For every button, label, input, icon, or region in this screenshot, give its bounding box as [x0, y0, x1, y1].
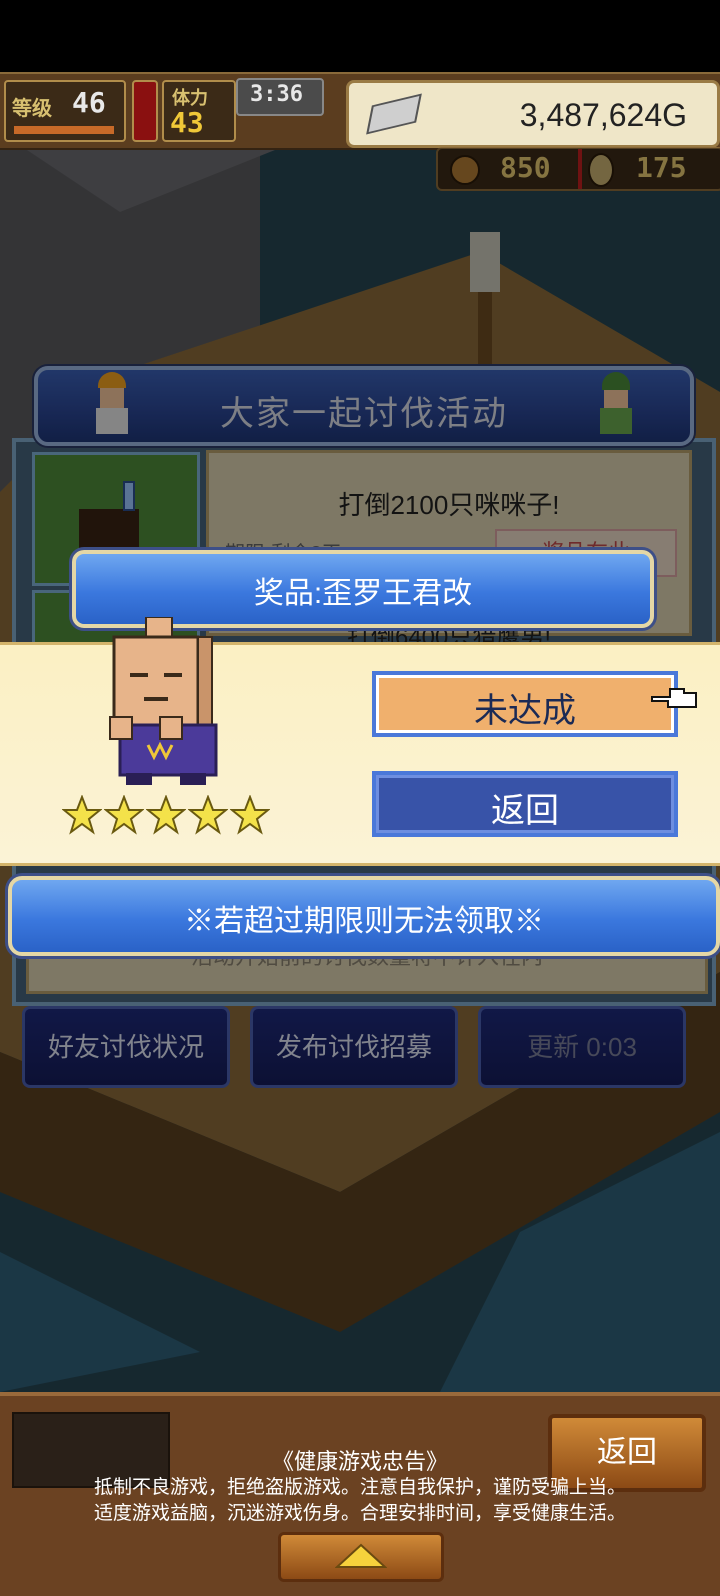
level-value: 46	[72, 86, 106, 119]
advice-line2: 适度游戏益脑，沉迷游戏伤身。合理安排时间，享受健康生活。	[93, 1503, 626, 1524]
warning-banner: ※若超过期限则无法领取※	[8, 876, 720, 956]
unachieved-button[interactable]: 未达成	[372, 671, 678, 737]
star-icon	[188, 795, 228, 835]
prize-title: 奖品:歪罗王君改	[253, 577, 473, 610]
prize-character-sprite	[109, 617, 218, 785]
expand-button[interactable]	[278, 1532, 444, 1582]
popup-back-button[interactable]: 返回	[372, 771, 678, 837]
timer-box: 3:36	[236, 78, 324, 116]
gold-display: 3,487,624G	[346, 80, 720, 148]
stamina-box: 体力 43	[162, 80, 236, 142]
stamina-value: 43	[170, 106, 204, 139]
star-icon	[146, 795, 186, 835]
pointing-hand-icon	[651, 688, 697, 708]
footer: 返回 《健康游戏忠告》 抵制不良游戏，拒绝盗版游戏。注意自我保护，谨防受骗上当。…	[0, 1392, 720, 1596]
star-icon	[230, 795, 270, 835]
star-icon	[104, 795, 144, 835]
advice-line1: 抵制不良游戏，拒绝盗版游戏。注意自我保护，谨防受骗上当。	[93, 1477, 626, 1498]
silver-bar-icon	[366, 93, 422, 135]
unachieved-label: 未达成	[474, 692, 576, 730]
rating-stars	[62, 795, 272, 839]
star-icon	[62, 795, 102, 835]
level-box: 等级 46	[4, 80, 126, 142]
level-label: 等级	[12, 96, 52, 120]
stamina-timer: 3:36	[250, 82, 303, 107]
exp-bar	[14, 126, 114, 134]
top-hud: 等级 46 体力 43 3:36 3,487,624G	[0, 72, 720, 150]
warning-text: ※若超过期限则无法领取※	[184, 905, 544, 938]
popup-back-label: 返回	[491, 792, 559, 830]
reward-popup: 未达成 返回	[0, 617, 720, 866]
triangle-up-icon	[335, 1543, 387, 1568]
stamina-gauge	[132, 80, 158, 142]
gold-value: 3,487,624G	[519, 97, 687, 133]
